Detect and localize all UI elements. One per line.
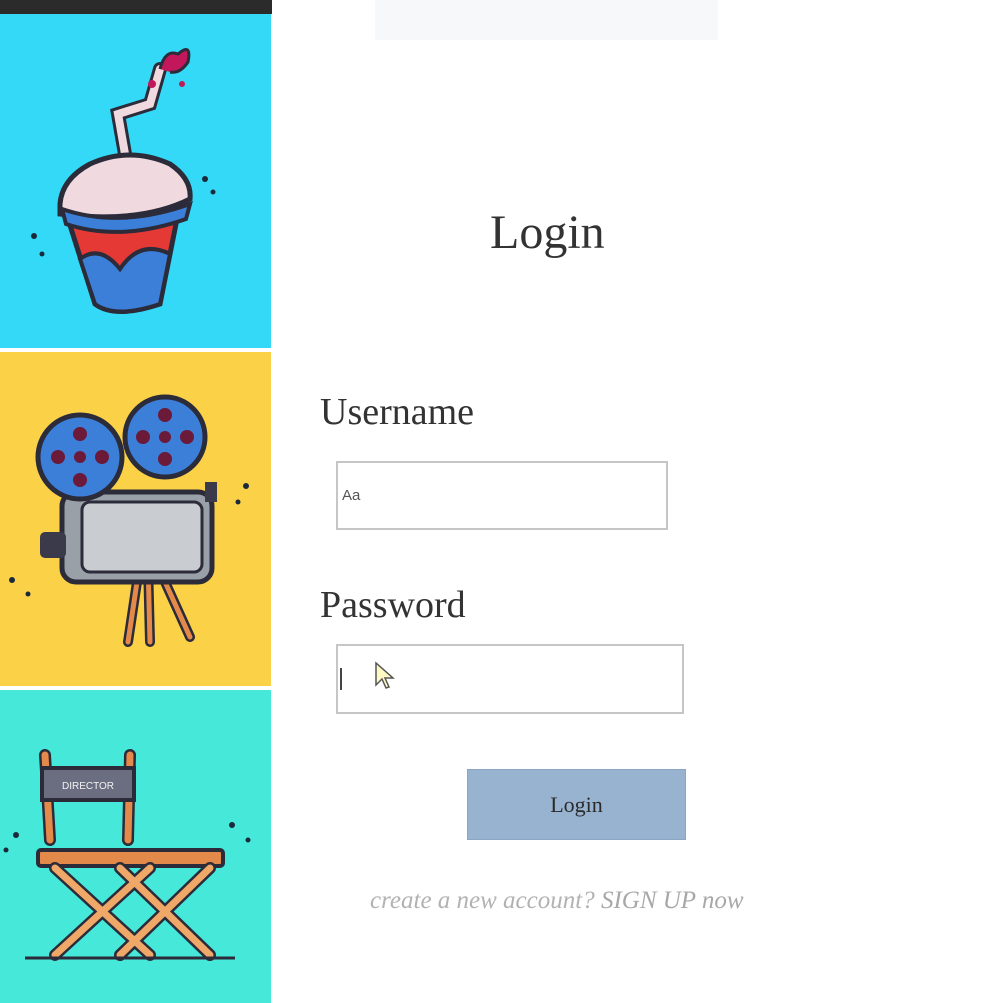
signup-prompt: create a new account? SIGN UP now <box>370 887 744 915</box>
password-label: Password <box>320 584 466 626</box>
page-title: Login <box>490 206 605 259</box>
text-caret <box>340 668 342 690</box>
chair-text: DIRECTOR <box>62 781 114 792</box>
director-chair-icon: DIRECTOR <box>0 690 271 1003</box>
top-faint-bar <box>375 0 718 40</box>
sidebar-illustrations: DIRECTOR <box>0 0 272 1003</box>
username-input[interactable] <box>336 461 668 530</box>
signup-link[interactable]: SIGN UP now <box>601 887 744 914</box>
soda-cup-panel <box>0 14 271 348</box>
mouse-pointer-icon <box>375 661 395 689</box>
username-label: Username <box>320 391 475 433</box>
soda-cup-icon <box>0 14 271 348</box>
movie-camera-icon <box>0 352 271 686</box>
top-dark-strip <box>0 0 272 14</box>
director-chair-panel: DIRECTOR <box>0 690 271 1003</box>
signup-question: create a new account? <box>370 887 595 914</box>
movie-camera-panel <box>0 352 271 686</box>
login-button[interactable]: Login <box>467 769 686 840</box>
